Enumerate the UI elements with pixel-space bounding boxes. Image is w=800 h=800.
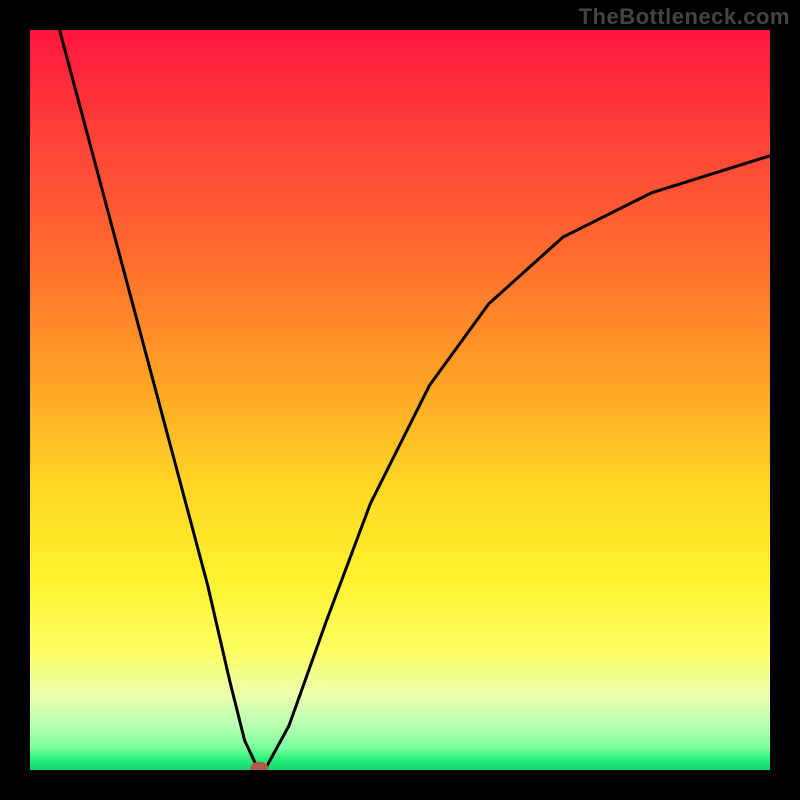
bottleneck-curve: [60, 30, 770, 768]
chart-frame: TheBottleneck.com: [0, 0, 800, 800]
plot-area: [30, 30, 770, 770]
watermark-text: TheBottleneck.com: [579, 4, 790, 30]
minimum-marker: [250, 762, 268, 770]
curve-layer: [30, 30, 770, 770]
